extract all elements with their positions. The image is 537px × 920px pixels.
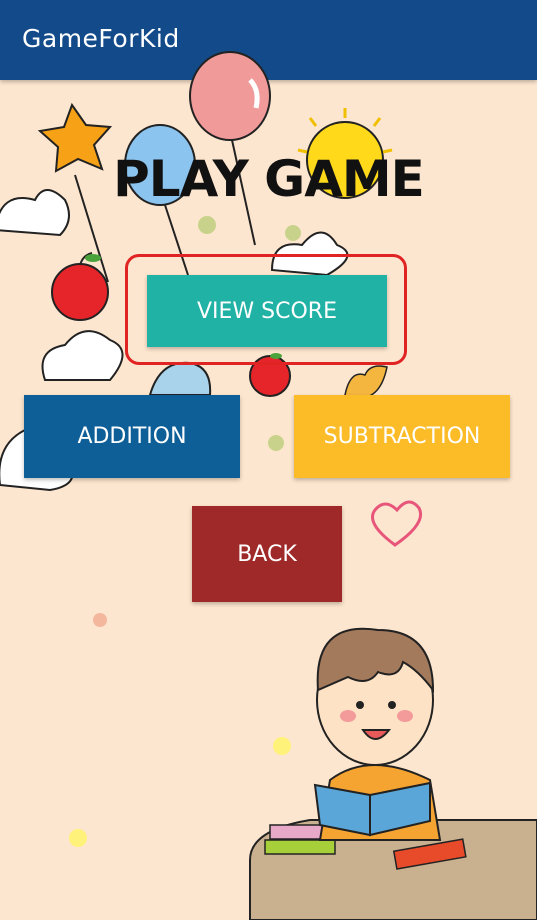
boy-reading-icon xyxy=(313,627,442,841)
pink-balloon-icon xyxy=(189,51,271,246)
view-score-button[interactable]: VIEW SCORE xyxy=(147,275,387,347)
heart-icon xyxy=(371,500,422,547)
shell-icon xyxy=(148,361,212,396)
subtraction-button[interactable]: SUBTRACTION xyxy=(294,395,510,478)
addition-button[interactable]: ADDITION xyxy=(24,395,240,478)
page-title: PLAY GAME xyxy=(113,150,425,208)
back-button[interactable]: BACK xyxy=(192,506,342,602)
